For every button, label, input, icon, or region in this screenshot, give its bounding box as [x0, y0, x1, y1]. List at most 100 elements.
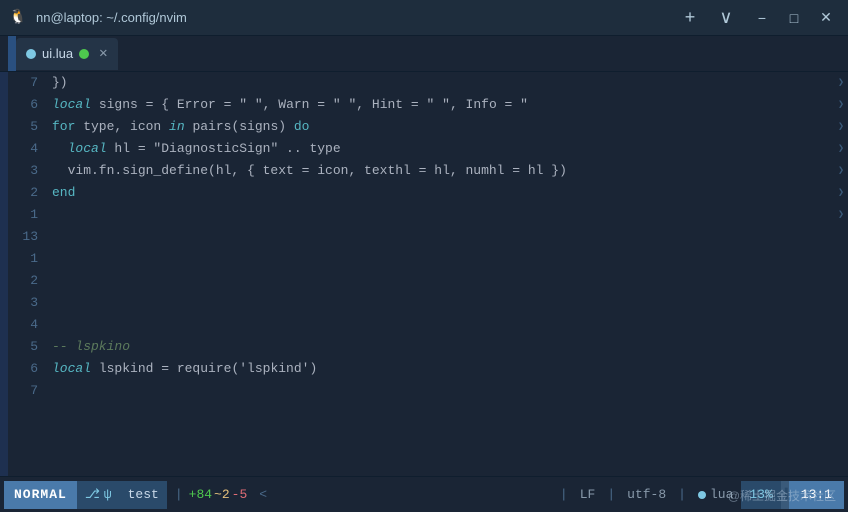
status-git-section: ⎇ ψ	[77, 481, 120, 509]
code-token: local	[52, 94, 91, 116]
status-filename: test	[120, 481, 167, 509]
pipe-1: |	[556, 487, 572, 502]
code-line: })	[52, 72, 826, 94]
line-indicator: ❯	[834, 138, 848, 160]
left-gutter	[0, 72, 8, 476]
code-line: for type, icon in pairs(signs) do	[52, 116, 826, 138]
line-indicator	[834, 314, 848, 336]
line-number: 3	[8, 160, 38, 182]
line-number: 4	[8, 138, 38, 160]
code-line	[52, 380, 826, 402]
code-token: do	[294, 116, 310, 138]
status-sep-arrow: <	[259, 487, 267, 502]
pipe-2: |	[603, 487, 619, 502]
line-indicator	[834, 248, 848, 270]
tab-ui-lua[interactable]: ui.lua ✕	[16, 38, 118, 70]
code-token: ", Hint = "	[349, 94, 435, 116]
code-line: end	[52, 182, 826, 204]
line-numbers: 7654321131234567	[8, 72, 44, 476]
code-line: local hl = "DiagnosticSign" .. type	[52, 138, 826, 160]
filetype-dot-icon	[698, 491, 706, 499]
code-token	[247, 94, 255, 116]
line-indicator	[834, 270, 848, 292]
code-token: local	[52, 358, 91, 380]
code-token: for	[52, 116, 75, 138]
git-branch-icon: ⎇	[85, 487, 100, 502]
titlebar: 🐧 nn@laptop: ~/.config/nvim + ∨ − □ ✕	[0, 0, 848, 36]
code-line	[52, 270, 826, 292]
window-controls: − □ ✕	[748, 6, 840, 30]
tab-modified-indicator	[79, 49, 89, 59]
code-token: vim.fn.sign_define(hl, { text = icon, te…	[52, 160, 567, 182]
line-number: 2	[8, 182, 38, 204]
line-indicator	[834, 336, 848, 358]
line-indicator: ❯	[834, 94, 848, 116]
code-line: vim.fn.sign_define(hl, { text = icon, te…	[52, 160, 826, 182]
code-token: in	[169, 116, 185, 138]
code-line	[52, 248, 826, 270]
line-indicator	[834, 358, 848, 380]
code-line	[52, 204, 826, 226]
line-number: 3	[8, 292, 38, 314]
code-token: })	[52, 72, 68, 94]
line-number: 4	[8, 314, 38, 336]
line-number: 2	[8, 270, 38, 292]
code-token: type, icon	[75, 116, 169, 138]
line-number: 1	[8, 204, 38, 226]
tab-dropdown-button[interactable]: ∨	[712, 6, 740, 30]
line-indicator: ❯	[834, 160, 848, 182]
code-token: pairs(signs)	[185, 116, 294, 138]
status-middle: <	[251, 487, 556, 502]
code-token: signs = { Error = "	[91, 94, 247, 116]
code-line	[52, 226, 826, 248]
editor-area: 7654321131234567 })local signs = { Error…	[0, 72, 848, 476]
terminal-icon: 🐧	[8, 8, 28, 28]
code-token: -- lspkino	[52, 336, 130, 358]
tab-filetype-icon	[26, 49, 36, 59]
code-token: hl = "DiagnosticSign" .. type	[107, 138, 341, 160]
git-icon: ψ	[104, 487, 112, 502]
code-token: local	[68, 138, 107, 160]
code-line: local signs = { Error = " ", Warn = " ",…	[52, 94, 826, 116]
code-area[interactable]: })local signs = { Error = " ", Warn = " …	[44, 72, 834, 476]
status-encoding: utf-8	[619, 487, 674, 502]
line-number: 7	[8, 72, 38, 94]
minimize-button[interactable]: −	[748, 6, 776, 30]
code-token: ", Info = "	[442, 94, 528, 116]
line-number: 13	[8, 226, 38, 248]
line-number: 5	[8, 116, 38, 138]
line-indicator: ❯	[834, 72, 848, 94]
tab-filename: ui.lua	[42, 46, 73, 61]
diff-del: -5	[232, 487, 248, 502]
separator: |	[171, 487, 187, 502]
code-line: local lspkind = require('lspkind')	[52, 358, 826, 380]
line-indicator	[834, 380, 848, 402]
status-mode: NORMAL	[4, 481, 77, 509]
code-token	[434, 94, 442, 116]
line-number: 1	[8, 248, 38, 270]
diff-mod: ~2	[214, 487, 230, 502]
status-right: | LF | utf-8 | lua	[556, 487, 741, 502]
diff-add: +84	[189, 487, 212, 502]
code-token	[52, 138, 68, 160]
new-tab-button[interactable]: +	[676, 6, 704, 30]
code-token: end	[52, 182, 75, 204]
code-token: lspkind = require('lspkind')	[91, 358, 317, 380]
status-diff: | +84 ~2 -5	[167, 481, 251, 509]
line-indicator: ❯	[834, 182, 848, 204]
statusbar: NORMAL ⎇ ψ test | +84 ~2 -5 < | LF | utf…	[0, 476, 848, 512]
line-number: 7	[8, 380, 38, 402]
code-line: -- lspkino	[52, 336, 826, 358]
line-indicator	[834, 292, 848, 314]
code-token	[341, 94, 349, 116]
code-line	[52, 292, 826, 314]
code-line	[52, 314, 826, 336]
line-indicator	[834, 226, 848, 248]
watermark: @稀土掘金技术社区	[728, 487, 836, 504]
line-number: 5	[8, 336, 38, 358]
close-button[interactable]: ✕	[812, 6, 840, 30]
tab-close-button[interactable]: ✕	[99, 45, 107, 62]
line-indicator: ❯	[834, 204, 848, 226]
maximize-button[interactable]: □	[780, 6, 808, 30]
code-token	[528, 94, 536, 116]
